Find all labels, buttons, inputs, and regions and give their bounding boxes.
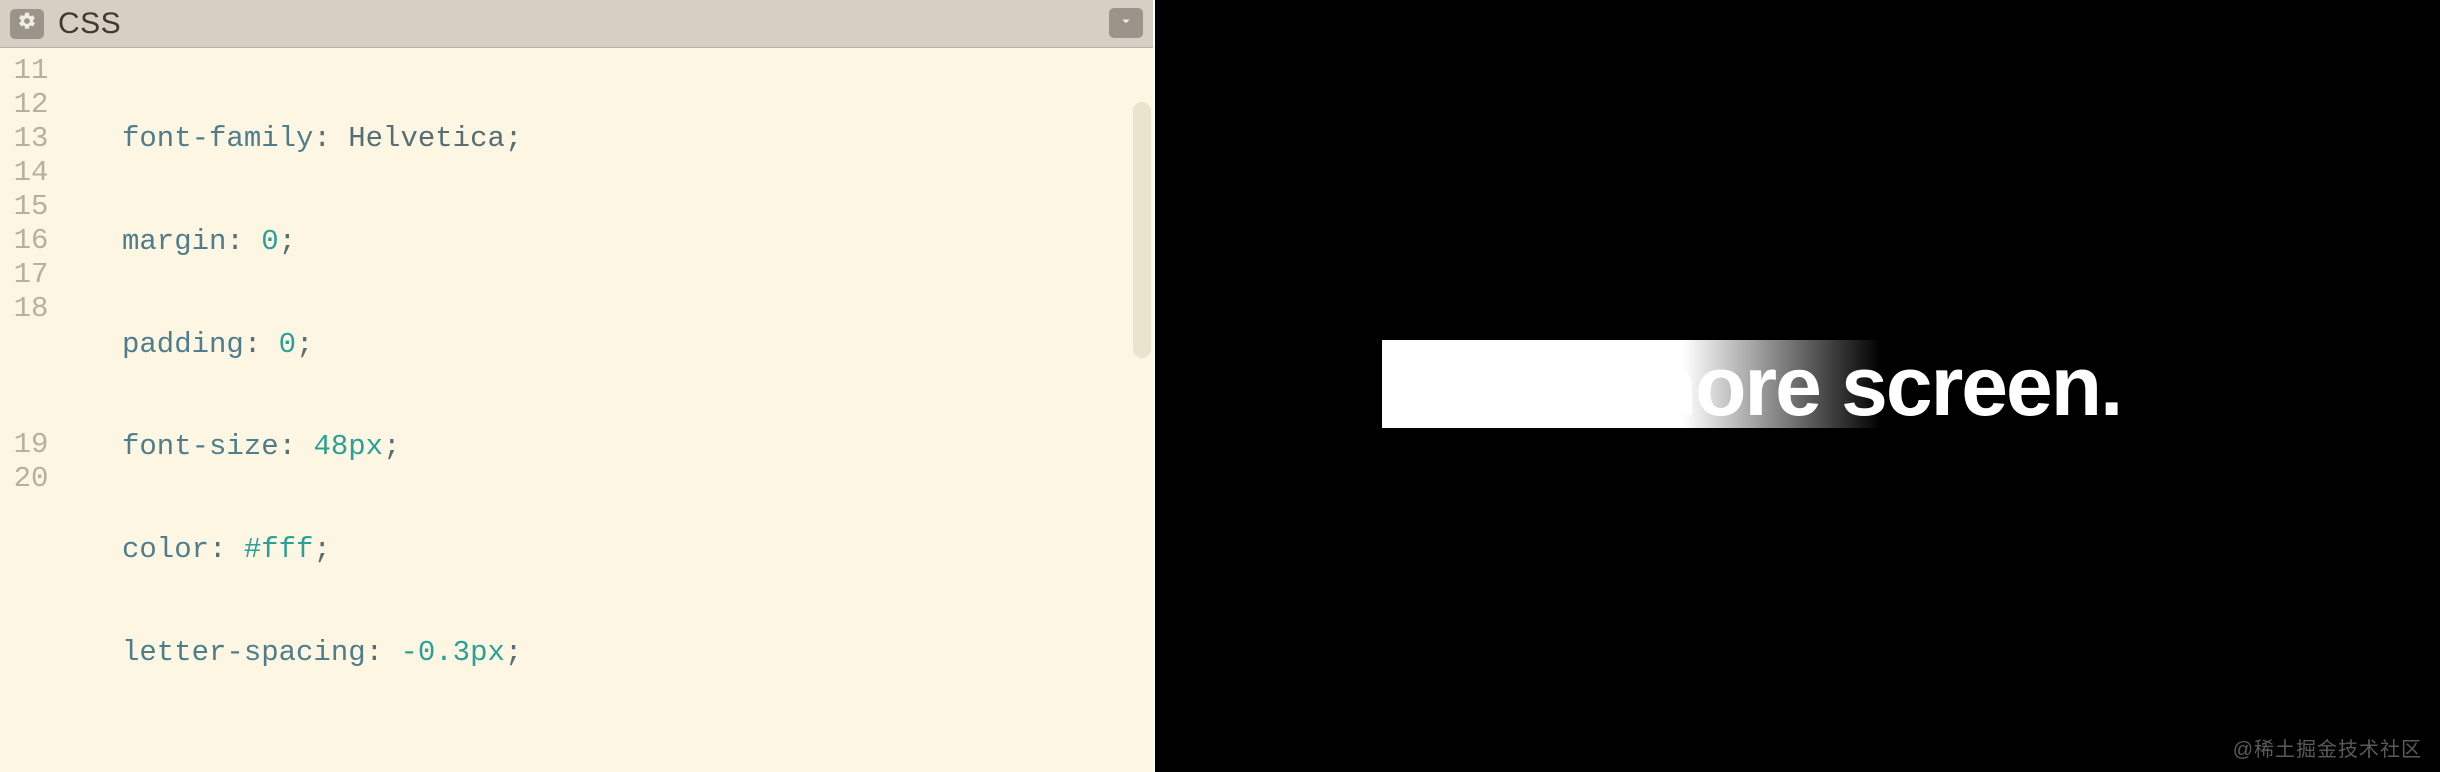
app-root: CSS 11 12 13 14 15 16 17 18 19 20 fo: [0, 0, 2440, 772]
line-number: 17: [0, 258, 62, 292]
editor-title: CSS: [58, 7, 121, 41]
code-line[interactable]: font-size: 48px;: [62, 430, 1113, 464]
vertical-scrollbar[interactable]: [1133, 102, 1151, 358]
line-number: 13: [0, 122, 62, 156]
editor-settings-button[interactable]: [10, 9, 44, 39]
line-number: 19: [0, 428, 62, 462]
hero-container: zel, more screen.: [1468, 344, 2128, 428]
code-line[interactable]: color: #fff;: [62, 533, 1113, 567]
code-line[interactable]: padding: 0;: [62, 328, 1113, 362]
line-number: 18: [0, 292, 62, 326]
hero-text: zel, more screen.: [1474, 339, 2122, 433]
code-body[interactable]: font-family: Helvetica; margin: 0; paddi…: [62, 48, 1153, 772]
code-line[interactable]: font-family: Helvetica;: [62, 122, 1113, 156]
line-number: 15: [0, 190, 62, 224]
preview-pane: zel, more screen. @稀土掘金技术社区: [1155, 0, 2440, 772]
line-number: 20: [0, 462, 62, 496]
code-area[interactable]: 11 12 13 14 15 16 17 18 19 20 font-famil…: [0, 48, 1153, 772]
line-number: 14: [0, 156, 62, 190]
code-line[interactable]: [62, 738, 1113, 772]
line-number-gutter: 11 12 13 14 15 16 17 18 19 20: [0, 48, 62, 772]
editor-language-dropdown[interactable]: [1109, 8, 1143, 38]
gear-icon: [17, 11, 37, 36]
line-number: 12: [0, 88, 62, 122]
chevron-down-icon: [1117, 12, 1135, 35]
line-number: 11: [0, 54, 62, 88]
watermark: @稀土掘金技术社区: [2233, 733, 2422, 762]
editor-header: CSS: [0, 0, 1153, 48]
line-number: 16: [0, 224, 62, 258]
code-line[interactable]: letter-spacing: -0.3px;: [62, 636, 1113, 670]
code-line[interactable]: margin: 0;: [62, 225, 1113, 259]
css-editor-pane: CSS 11 12 13 14 15 16 17 18 19 20 fo: [0, 0, 1155, 772]
